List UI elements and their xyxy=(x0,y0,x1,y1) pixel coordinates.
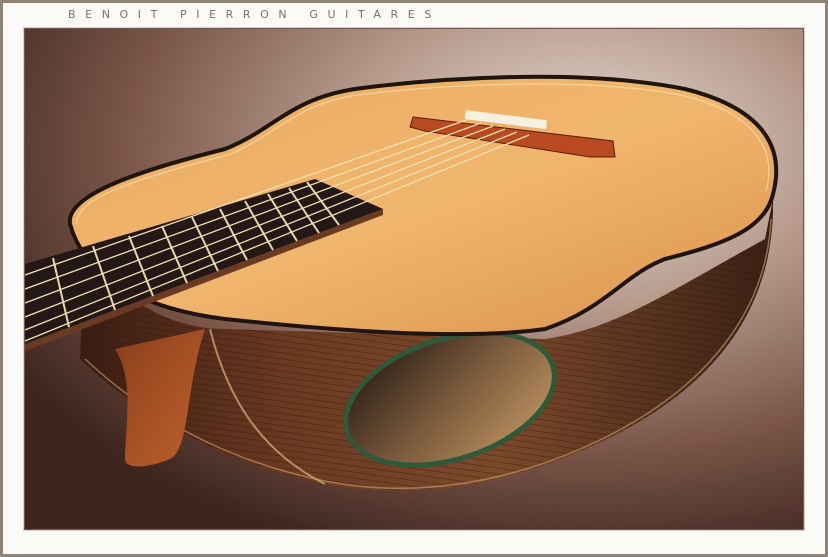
guitar-photo xyxy=(25,29,803,529)
photo-frame xyxy=(24,28,804,530)
page-title: BENOIT PIERRON GUITARES xyxy=(68,8,441,21)
